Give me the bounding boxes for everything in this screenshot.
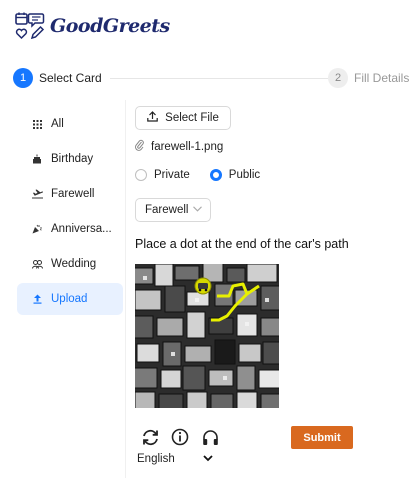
- category-select-value: Farewell: [145, 204, 189, 216]
- file-name-text: farewell-1.png: [151, 140, 224, 153]
- step-select-card[interactable]: 1 Select Card: [13, 68, 102, 88]
- sidebar-item-farewell[interactable]: Farewell: [17, 178, 123, 210]
- steps-bar: 1 Select Card 2 Fill Details: [13, 68, 419, 90]
- select-file-label: Select File: [165, 112, 219, 124]
- paperclip-icon: [135, 139, 144, 154]
- plane-icon: [31, 189, 43, 199]
- captcha-tools: [139, 426, 229, 448]
- headphones-icon[interactable]: [199, 426, 221, 448]
- refresh-icon[interactable]: [139, 426, 161, 448]
- upload-icon: [147, 111, 158, 125]
- category-sidebar: All Birthday Farewell Anniversa... Weddi…: [17, 108, 123, 318]
- logo-icon: [15, 12, 45, 40]
- sidebar-item-label: Wedding: [51, 258, 97, 270]
- step-label: Fill Details: [354, 71, 410, 85]
- step-connector: [110, 78, 328, 79]
- captcha-image[interactable]: [135, 264, 279, 408]
- sidebar-divider: [125, 100, 126, 478]
- captcha-city-grid: [135, 264, 279, 408]
- step-fill-details[interactable]: 2 Fill Details: [328, 68, 409, 88]
- people-icon: [31, 259, 43, 269]
- sidebar-item-label: All: [51, 118, 64, 130]
- chevron-down-icon: [203, 454, 213, 465]
- grid-icon: [31, 119, 43, 129]
- sidebar-item-wedding[interactable]: Wedding: [17, 248, 123, 280]
- radio-label: Public: [228, 169, 261, 181]
- uploaded-file[interactable]: farewell-1.png: [135, 139, 223, 154]
- chevron-down-icon: [193, 204, 202, 214]
- visibility-radio-group: Private Public: [135, 169, 280, 181]
- step-label: Select Card: [39, 71, 102, 85]
- sidebar-item-birthday[interactable]: Birthday: [17, 143, 123, 175]
- info-icon[interactable]: [169, 426, 191, 448]
- radio-circle[interactable]: [209, 169, 222, 181]
- sidebar-item-label: Farewell: [51, 188, 95, 200]
- submit-button[interactable]: Submit: [291, 426, 353, 449]
- cake-icon: [31, 154, 43, 164]
- radio-public[interactable]: Public: [209, 169, 261, 181]
- party-popper-icon: [31, 224, 43, 234]
- sidebar-item-upload[interactable]: Upload: [17, 283, 123, 315]
- brand-name: GoodGreets: [50, 15, 170, 37]
- category-select[interactable]: Farewell: [135, 198, 211, 222]
- sidebar-item-anniversary[interactable]: Anniversa...: [17, 213, 123, 245]
- sidebar-item-label: Anniversa...: [51, 223, 112, 235]
- captcha-prompt: Place a dot at the end of the car's path: [135, 237, 349, 251]
- radio-label: Private: [154, 169, 190, 181]
- language-select[interactable]: English: [137, 453, 213, 465]
- language-value: English: [137, 453, 175, 465]
- sidebar-item-label: Upload: [51, 293, 88, 305]
- radio-circle[interactable]: [135, 169, 147, 181]
- step-number: 1: [13, 68, 33, 88]
- logo[interactable]: GoodGreets: [15, 12, 170, 40]
- sidebar-item-all[interactable]: All: [17, 108, 123, 140]
- step-number: 2: [328, 68, 348, 88]
- radio-private[interactable]: Private: [135, 169, 190, 181]
- select-file-button[interactable]: Select File: [135, 106, 231, 130]
- upload-icon: [31, 294, 43, 304]
- sidebar-item-label: Birthday: [51, 153, 94, 165]
